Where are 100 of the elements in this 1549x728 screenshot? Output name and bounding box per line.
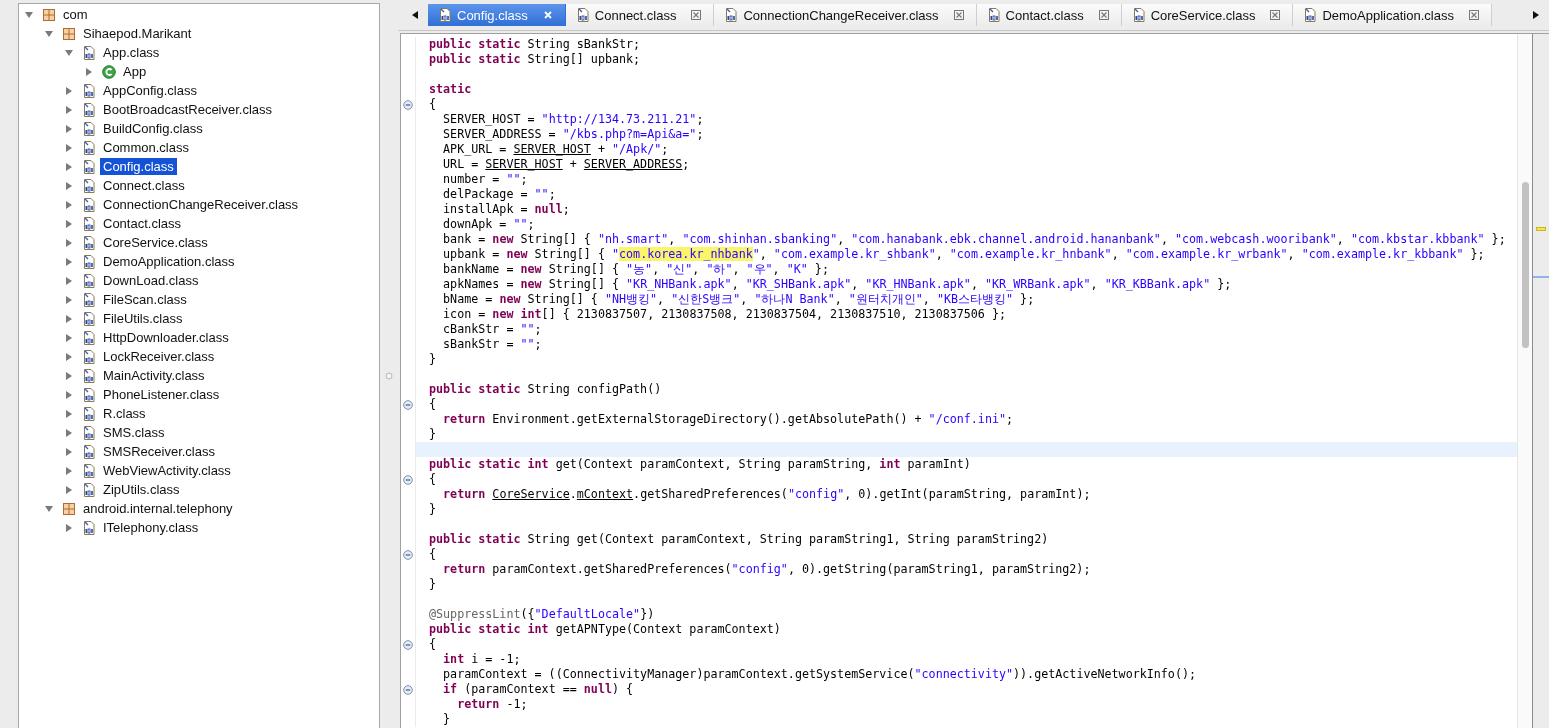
class-file-icon <box>82 83 96 98</box>
code-line: } <box>442 712 452 727</box>
tree-item[interactable]: FileUtils.class <box>100 310 186 327</box>
tree-item[interactable]: ZipUtils.class <box>100 481 183 498</box>
tree-item[interactable]: Sihaepod.Marikant <box>80 25 195 42</box>
tree-item[interactable]: WebViewActivity.class <box>100 462 234 479</box>
expand-arrow-icon[interactable] <box>64 427 74 438</box>
expand-arrow-icon[interactable] <box>64 351 74 362</box>
package-icon <box>62 501 76 516</box>
expand-arrow-icon[interactable] <box>64 465 74 476</box>
expand-arrow-icon[interactable] <box>64 199 74 210</box>
code-line: { <box>428 97 438 112</box>
tree-item[interactable]: R.class <box>100 405 149 422</box>
class-file-icon <box>82 406 96 421</box>
expand-arrow-icon[interactable] <box>64 294 74 305</box>
expand-arrow-icon[interactable] <box>64 256 74 267</box>
tree-item[interactable]: ITelephony.class <box>100 519 202 536</box>
collapse-icon[interactable] <box>403 684 413 695</box>
expand-arrow-icon[interactable] <box>64 446 74 457</box>
collapse-icon[interactable] <box>403 474 413 485</box>
tree-item[interactable]: PhoneListener.class <box>100 386 223 403</box>
collapse-icon[interactable] <box>403 99 413 110</box>
expand-arrow-icon[interactable] <box>64 313 74 324</box>
collapse-icon[interactable] <box>403 549 413 560</box>
scrollbar-thumb[interactable] <box>1521 182 1529 348</box>
expand-arrow-icon[interactable] <box>64 237 74 248</box>
expand-arrow-icon[interactable] <box>64 389 74 400</box>
class-file-icon <box>82 444 96 459</box>
tree-item[interactable]: MainActivity.class <box>100 367 208 384</box>
tree-item[interactable]: AppConfig.class <box>100 82 200 99</box>
expand-arrow-icon[interactable] <box>64 484 74 495</box>
expand-arrow-icon[interactable] <box>64 104 74 115</box>
editor-tab[interactable]: Connect.class <box>565 4 715 26</box>
expand-arrow-icon[interactable] <box>24 9 34 20</box>
collapse-icon[interactable] <box>403 399 413 410</box>
expand-arrow-icon[interactable] <box>64 522 74 533</box>
class-file-icon <box>82 254 96 269</box>
editor-tab[interactable]: DemoApplication.class <box>1293 4 1492 26</box>
tree-item[interactable]: FileScan.class <box>100 291 190 308</box>
expand-arrow-icon[interactable] <box>64 142 74 153</box>
expand-arrow-icon[interactable] <box>64 275 74 286</box>
code-line: int i = -1; <box>442 652 522 667</box>
tree-item[interactable]: DemoApplication.class <box>100 253 238 270</box>
expand-arrow-icon[interactable] <box>64 180 74 191</box>
splitter-handle[interactable] <box>385 372 393 380</box>
close-icon[interactable] <box>691 10 702 20</box>
code-line: { <box>428 637 438 652</box>
code-line: bank = new String[] { "nh.smart", "com.shinhan.sbanking", "com.hanabank.ebk.channel.android.hananbank", "com.webcash.wooribank", "com.kbstar.kbbank" }; <box>442 232 1507 247</box>
tree-item[interactable]: CoreService.class <box>100 234 211 251</box>
close-icon[interactable] <box>1270 10 1281 20</box>
code-line: URL = SERVER_HOST + SERVER_ADDRESS; <box>442 157 691 172</box>
scroll-right-icon[interactable] <box>1531 10 1541 20</box>
class-file-icon <box>82 197 96 212</box>
code-line: } <box>428 577 438 592</box>
tree-item[interactable]: BootBroadcastReceiver.class <box>100 101 276 118</box>
close-icon[interactable] <box>1468 10 1479 20</box>
tree-item[interactable]: App <box>120 63 150 80</box>
tree-item[interactable]: SMSReceiver.class <box>100 443 218 460</box>
tree-item[interactable]: HttpDownloader.class <box>100 329 232 346</box>
class-file-icon <box>82 235 96 250</box>
expand-arrow-icon[interactable] <box>64 161 74 172</box>
expand-arrow-icon[interactable] <box>44 503 54 514</box>
editor-tab[interactable]: ConnectionChangeReceiver.class <box>714 4 977 26</box>
code-line: number = ""; <box>442 172 529 187</box>
code-line: return paramContext.getSharedPreferences("config", 0).getString(paramString1, paramString2); <box>442 562 1092 577</box>
expand-arrow-icon[interactable] <box>44 28 54 39</box>
tree-item[interactable]: App.class <box>100 44 163 61</box>
collapse-icon[interactable] <box>403 639 413 650</box>
code-line: bName = new String[] { "NH뱅킹", "신한S뱅크", "하나N Bank", "원터치개인", "KB스타뱅킹" }; <box>442 292 1036 307</box>
expand-arrow-icon[interactable] <box>64 408 74 419</box>
code-line: if (paramContext == null) { <box>442 682 635 697</box>
expand-arrow-icon[interactable] <box>84 66 94 77</box>
close-icon[interactable] <box>953 10 964 20</box>
expand-arrow-icon[interactable] <box>64 218 74 229</box>
editor-tab[interactable]: Contact.class <box>976 4 1122 26</box>
tree-item[interactable]: LockReceiver.class <box>100 348 218 365</box>
highlight-marker[interactable] <box>1536 227 1546 231</box>
class-file-icon <box>82 45 96 60</box>
tree-item[interactable]: DownLoad.class <box>100 272 202 289</box>
expand-arrow-icon[interactable] <box>64 85 74 96</box>
tree-item[interactable]: Contact.class <box>100 215 185 232</box>
editor-tab[interactable]: CoreService.class <box>1121 4 1294 26</box>
tree-item[interactable]: Common.class <box>100 139 192 156</box>
tree-item[interactable]: com <box>60 6 91 23</box>
class-file-icon <box>438 8 452 22</box>
tree-item[interactable]: BuildConfig.class <box>100 120 206 137</box>
code-line: apkNames = new String[] { "KR_NHBank.apk", "KR_SHBank.apk", "KR_HNBank.apk", "KR_WRBank.apk", "KR_KBBank.apk" }; <box>442 277 1233 292</box>
editor-tab[interactable]: Config.class <box>428 4 566 26</box>
code-line: cBankStr = ""; <box>442 322 543 337</box>
expand-arrow-icon[interactable] <box>64 123 74 134</box>
tree-item[interactable]: android.internal.telephony <box>80 500 236 517</box>
expand-arrow-icon[interactable] <box>64 332 74 343</box>
tree-item[interactable]: SMS.class <box>100 424 168 441</box>
scroll-left-icon[interactable] <box>410 10 420 20</box>
expand-arrow-icon[interactable] <box>64 47 74 58</box>
tree-item[interactable]: Config.class <box>100 158 177 175</box>
tree-item[interactable]: ConnectionChangeReceiver.class <box>100 196 302 213</box>
expand-arrow-icon[interactable] <box>64 370 74 381</box>
tree-item[interactable]: Connect.class <box>100 177 188 194</box>
close-icon[interactable] <box>1098 10 1109 20</box>
